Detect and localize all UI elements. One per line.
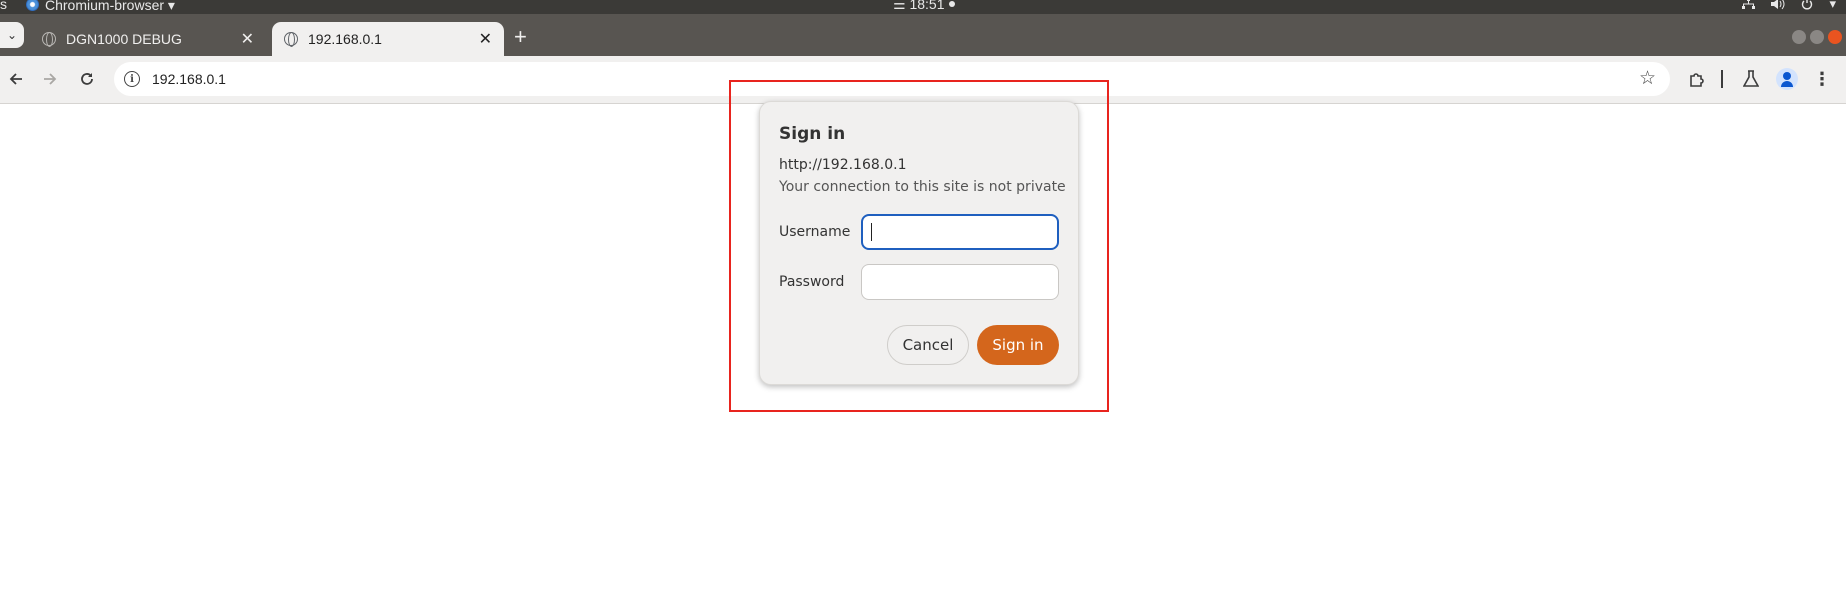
chevron-down-icon: ⌄ <box>6 28 18 42</box>
bookmark-star-icon[interactable]: ☆ <box>1639 67 1656 90</box>
extensions-icon[interactable] <box>1686 67 1708 91</box>
chevron-down-icon[interactable]: ▾ <box>1829 0 1836 12</box>
profile-avatar-button[interactable] <box>1775 67 1799 91</box>
activities-label[interactable]: s <box>0 0 7 11</box>
clock[interactable]: ☰ 18:51 <box>893 0 956 12</box>
system-top-bar: s Chromium-browser ▾ ☰ 18:51 ▾ <box>0 0 1846 14</box>
labs-flask-icon[interactable] <box>1740 67 1762 91</box>
window-controls <box>1792 30 1842 44</box>
app-menu-label: Chromium-browser ▾ <box>45 0 175 13</box>
tab-search-button[interactable]: ⌄ <box>0 22 24 48</box>
tab-dgn1000-debug[interactable]: DGN1000 DEBUG ✕ <box>30 22 266 56</box>
globe-icon <box>284 32 298 47</box>
tab-192-168-0-1[interactable]: 192.168.0.1 ✕ <box>272 22 504 56</box>
chromium-icon <box>26 0 39 11</box>
reload-button[interactable] <box>75 67 99 91</box>
menu-kebab-icon[interactable]: ⋮ <box>1812 67 1832 91</box>
close-icon[interactable]: ✕ <box>479 29 492 49</box>
power-icon[interactable] <box>1801 0 1813 12</box>
back-button[interactable] <box>4 67 28 91</box>
clock-label: ☰ 18:51 <box>893 0 945 12</box>
minimize-button[interactable] <box>1792 30 1806 44</box>
highlight-box <box>729 80 1109 412</box>
notification-dot <box>949 1 956 7</box>
url-text[interactable]: 192.168.0.1 <box>152 71 226 87</box>
toolbar-divider <box>1718 67 1726 91</box>
tab-title: 192.168.0.1 <box>308 31 382 47</box>
system-tray[interactable]: ▾ <box>1742 0 1836 12</box>
tab-title: DGN1000 DEBUG <box>66 31 182 47</box>
close-icon[interactable]: ✕ <box>241 29 254 49</box>
window-close-button[interactable] <box>1828 30 1842 44</box>
app-menu[interactable]: Chromium-browser ▾ <box>26 0 175 13</box>
avatar <box>1776 68 1798 90</box>
new-tab-button[interactable]: + <box>514 26 527 48</box>
maximize-button[interactable] <box>1810 30 1824 44</box>
volume-icon[interactable] <box>1771 0 1785 12</box>
tab-strip: ⌄ DGN1000 DEBUG ✕ 192.168.0.1 ✕ + <box>0 14 1846 56</box>
globe-icon <box>42 32 56 47</box>
forward-button[interactable] <box>38 67 62 91</box>
site-info-icon[interactable]: i <box>124 71 140 87</box>
network-icon[interactable] <box>1742 0 1756 12</box>
